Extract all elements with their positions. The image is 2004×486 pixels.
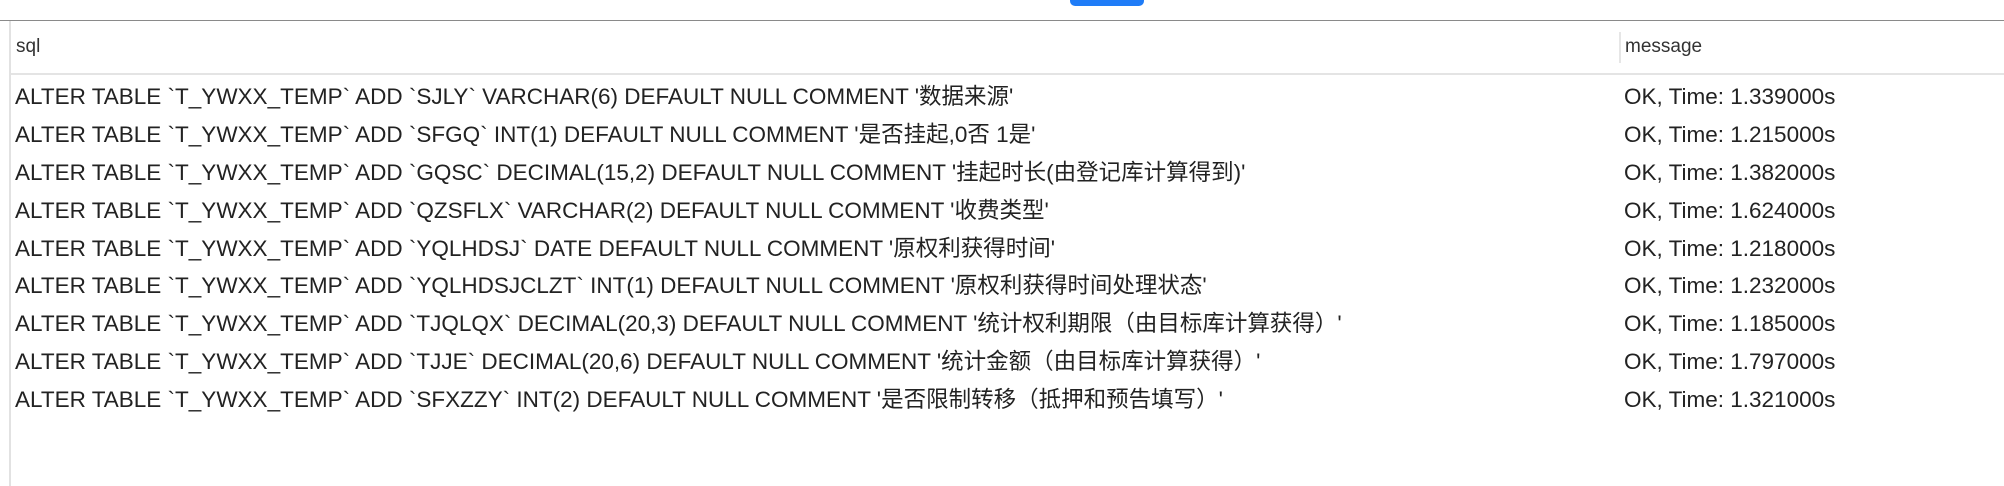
message-cell: OK, Time: 1.339000s (1624, 84, 1836, 109)
message-cell: OK, Time: 1.185000s (1624, 311, 1836, 337)
sql-cell: ALTER TABLE `T_YWXX_TEMP` ADD `QZSFLX` V… (15, 197, 1049, 223)
table-header: sql message (11, 21, 2004, 75)
message-cell: OK, Time: 1.232000s (1624, 273, 1836, 299)
sql-cell: ALTER TABLE `T_YWXX_TEMP` ADD `TJQLQX` D… (15, 311, 1342, 337)
table-row[interactable]: ALTER TABLE `T_YWXX_TEMP` ADD `SFGQ` INT… (11, 116, 2004, 154)
sql-cell: ALTER TABLE `T_YWXX_TEMP` ADD `YQLHDSJCL… (15, 273, 1207, 299)
table-row[interactable]: ALTER TABLE `T_YWXX_TEMP` ADD `YQLHDSJ` … (11, 230, 2004, 268)
toolbar-button[interactable] (1070, 0, 1144, 6)
table-row[interactable]: ALTER TABLE `T_YWXX_TEMP` ADD `TJQLQX` D… (11, 305, 2004, 343)
table-row[interactable]: ALTER TABLE `T_YWXX_TEMP` ADD `QZSFLX` V… (11, 192, 2004, 230)
message-cell: OK, Time: 1.215000s (1624, 121, 1836, 147)
result-table: ALTER TABLE `T_YWXX_TEMP` ADD `SJLY` VAR… (11, 78, 2004, 419)
table-row[interactable]: ALTER TABLE `T_YWXX_TEMP` ADD `YQLHDSJCL… (11, 267, 2004, 305)
message-cell: OK, Time: 1.382000s (1624, 159, 1836, 185)
sql-cell: ALTER TABLE `T_YWXX_TEMP` ADD `YQLHDSJ` … (15, 235, 1055, 261)
column-resize-handle[interactable] (1619, 32, 1621, 63)
sql-cell: ALTER TABLE `T_YWXX_TEMP` ADD `SFGQ` INT… (15, 121, 1036, 147)
sql-cell: ALTER TABLE `T_YWXX_TEMP` ADD `GQSC` DEC… (15, 159, 1246, 185)
message-cell: OK, Time: 1.624000s (1624, 197, 1836, 223)
sql-cell: ALTER TABLE `T_YWXX_TEMP` ADD `SFXZZY` I… (15, 387, 1223, 413)
table-row[interactable]: ALTER TABLE `T_YWXX_TEMP` ADD `SJLY` VAR… (11, 78, 2004, 116)
message-cell: OK, Time: 1.218000s (1624, 235, 1836, 261)
message-cell: OK, Time: 1.797000s (1624, 349, 1836, 375)
message-cell: OK, Time: 1.321000s (1624, 387, 1836, 413)
table-row[interactable]: ALTER TABLE `T_YWXX_TEMP` ADD `TJJE` DEC… (11, 343, 2004, 381)
column-header-sql[interactable]: sql (16, 21, 40, 73)
table-row[interactable]: ALTER TABLE `T_YWXX_TEMP` ADD `SFXZZY` I… (11, 381, 2004, 419)
table-row[interactable]: ALTER TABLE `T_YWXX_TEMP` ADD `GQSC` DEC… (11, 154, 2004, 192)
column-header-message[interactable]: message (1625, 21, 1702, 73)
sql-cell: ALTER TABLE `T_YWXX_TEMP` ADD `TJJE` DEC… (15, 349, 1261, 375)
sql-cell: ALTER TABLE `T_YWXX_TEMP` ADD `SJLY` VAR… (15, 84, 1014, 109)
